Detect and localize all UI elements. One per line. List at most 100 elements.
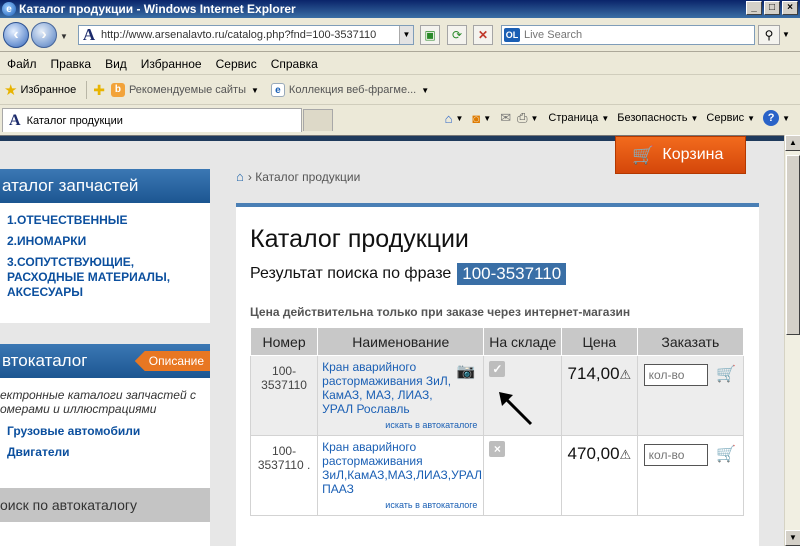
- sidebar-link-trucks[interactable]: Грузовые автомобили: [0, 424, 210, 439]
- description-badge[interactable]: Описание: [134, 351, 210, 371]
- price-value: 714,00: [567, 364, 620, 383]
- add-favorite-icon[interactable]: ✚: [93, 82, 105, 99]
- tab-row: A Каталог продукции ⌂ ▼ ◙ ▼ ✉ ⎙ ▼ Страница …: [0, 106, 800, 134]
- part-name-cell: Кран аварийного растормаживания ЗиЛ, Кам…: [317, 355, 485, 436]
- page-viewport: 🛒 Корзина аталог запчастей 1.ОТЕЧЕСТВЕНН…: [0, 135, 784, 546]
- cart-icon: 🛒: [632, 144, 655, 165]
- address-input[interactable]: A http://www.arsenalavto.ru/catalog.php?…: [78, 25, 414, 45]
- vertical-scrollbar[interactable]: ▲ ▼: [784, 135, 800, 546]
- live-search-box[interactable]: OL: [501, 25, 755, 45]
- page-title: Каталог продукции: [250, 225, 469, 253]
- home-icon[interactable]: ⌂: [236, 169, 244, 184]
- menu-tools[interactable]: Сервис: [209, 57, 264, 71]
- minimize-button[interactable]: _: [746, 1, 762, 15]
- help-icon[interactable]: ?: [763, 110, 780, 126]
- add-to-cart-icon[interactable]: 🛒: [715, 365, 737, 385]
- favorites-button[interactable]: Избранное: [20, 84, 76, 96]
- camera-icon[interactable]: 📷: [457, 362, 476, 380]
- feeds-icon[interactable]: ◙: [472, 111, 480, 126]
- price-cell: 470,00⚠: [561, 435, 638, 516]
- part-name-link[interactable]: Кран аварийного растормаживания ЗиЛ,КамА…: [322, 440, 482, 496]
- web-slice-label: Коллекция веб-фрагме...: [288, 84, 417, 96]
- scroll-thumb[interactable]: [786, 155, 800, 335]
- add-to-cart-icon[interactable]: 🛒: [715, 445, 737, 465]
- catalog-sidebar-header: аталог запчастей: [0, 169, 210, 203]
- menu-edit[interactable]: Правка: [44, 57, 99, 71]
- address-toolbar: ‹ › ▼ A http://www.arsenalavto.ru/catalo…: [0, 18, 800, 52]
- new-tab-button[interactable]: [303, 109, 333, 131]
- back-button[interactable]: ‹: [3, 22, 29, 48]
- sidebar-link-supplies[interactable]: 3.СОПУТСТВУЮЩИЕ, РАСХОДНЫЕ МАТЕРИАЛЫ, АК…: [0, 255, 180, 300]
- compatibility-icon[interactable]: ▣: [420, 25, 440, 45]
- sidebar-link-domestic[interactable]: 1.ОТЕЧЕСТВЕННЫЕ: [0, 213, 210, 228]
- price-cell: 714,00⚠: [561, 355, 638, 436]
- search-autocatalog-link[interactable]: искать в автокаталоге: [385, 420, 477, 430]
- scroll-up-icon[interactable]: ▲: [785, 135, 800, 151]
- history-dropdown-icon[interactable]: ▼: [60, 32, 68, 41]
- chevron-down-icon[interactable]: ▼: [531, 114, 539, 123]
- sidebar-link-engines[interactable]: Двигатели: [0, 445, 210, 460]
- search-autocatalog-link[interactable]: искать в автокаталоге: [385, 500, 477, 510]
- home-icon[interactable]: ⌂: [445, 111, 453, 126]
- stock-cell: ×: [483, 435, 563, 516]
- tab-catalog[interactable]: A Каталог продукции: [2, 108, 302, 132]
- tools-menu[interactable]: Сервис ▼: [706, 112, 755, 124]
- out-of-stock-x-icon: ×: [489, 441, 506, 457]
- favorites-star-icon[interactable]: ★: [4, 81, 17, 99]
- print-icon[interactable]: ⎙: [517, 110, 527, 126]
- autocatalog-sidebar-box: ектронные каталоги запчастей с омерами и…: [0, 378, 210, 488]
- mail-icon[interactable]: ✉: [500, 110, 511, 126]
- menu-bar: Файл Правка Вид Избранное Сервис Справка: [0, 53, 800, 75]
- search-go-icon[interactable]: ⚲: [758, 25, 780, 45]
- part-name-link[interactable]: Кран аварийного растормаживания ЗиЛ, Кам…: [322, 360, 462, 416]
- menu-view[interactable]: Вид: [98, 57, 134, 71]
- forward-button[interactable]: ›: [31, 22, 57, 48]
- scroll-down-icon[interactable]: ▼: [785, 530, 800, 546]
- breadcrumb-current: Каталог продукции: [255, 169, 361, 184]
- part-number: 100-3537110: [249, 355, 319, 436]
- column-header-name: Наименование: [317, 327, 485, 356]
- chevron-down-icon[interactable]: ▼: [455, 114, 463, 123]
- price-notice: Цена действительна только при заказе чер…: [250, 305, 631, 319]
- url-text[interactable]: http://www.arsenalavto.ru/catalog.php?fn…: [101, 29, 399, 41]
- tab-title: Каталог продукции: [26, 114, 123, 127]
- menu-file[interactable]: Файл: [0, 57, 44, 71]
- autocatalog-description: ектронные каталоги запчастей с омерами и…: [0, 388, 196, 416]
- web-slice-gallery-item[interactable]: e Коллекция веб-фрагме... ▼: [270, 83, 430, 97]
- chevron-down-icon[interactable]: ▼: [483, 114, 491, 123]
- refresh-icon[interactable]: ⟳: [447, 25, 467, 45]
- order-cell: 🛒: [636, 355, 745, 436]
- cart-button[interactable]: 🛒 Корзина: [615, 136, 746, 174]
- catalog-sidebar-box: 1.ОТЕЧЕСТВЕННЫЕ 2.ИНОМАРКИ 3.СОПУТСТВУЮЩ…: [0, 203, 210, 323]
- web-slice-icon: e: [270, 83, 285, 97]
- live-search-input[interactable]: [524, 29, 744, 41]
- warning-icon: ⚠: [619, 447, 632, 462]
- menu-help[interactable]: Справка: [264, 57, 325, 71]
- quantity-input[interactable]: [643, 444, 708, 466]
- part-number: 100-3537110 .: [249, 435, 319, 516]
- close-button[interactable]: ×: [782, 1, 798, 15]
- search-result-line: Результат поиска по фразе 100-3537110: [250, 263, 567, 285]
- sidebar-link-foreign[interactable]: 2.ИНОМАРКИ: [0, 234, 210, 249]
- cart-label: Корзина: [662, 146, 724, 163]
- address-dropdown-icon[interactable]: ▼: [399, 26, 413, 44]
- menu-favorites[interactable]: Избранное: [134, 57, 209, 71]
- security-menu[interactable]: Безопасность ▼: [617, 112, 698, 124]
- stop-icon[interactable]: ✕: [473, 25, 493, 45]
- maximize-button[interactable]: □: [764, 1, 780, 15]
- favorites-divider: [86, 81, 88, 99]
- quantity-input[interactable]: [643, 364, 708, 386]
- breadcrumb: ⌂ › Каталог продукции: [236, 169, 360, 184]
- search-result-prefix: Результат поиска по фразе: [250, 265, 452, 282]
- search-options-dropdown-icon[interactable]: ▼: [782, 30, 790, 39]
- suggested-sites-item[interactable]: b Рекомендуемые сайты ▼: [110, 83, 259, 97]
- table-header-row: Номер Наименование На складе Цена Заказа…: [249, 327, 745, 356]
- chevron-down-icon: ▼: [421, 85, 430, 95]
- tools-menu-label: Сервис: [706, 112, 745, 124]
- security-menu-label: Безопасность: [617, 112, 688, 124]
- site-favicon-icon: A: [82, 25, 96, 44]
- order-cell: 🛒: [636, 435, 745, 516]
- page-menu[interactable]: Страница ▼: [548, 112, 609, 124]
- chevron-down-icon[interactable]: ▼: [782, 114, 790, 123]
- column-header-order: Заказать: [636, 327, 745, 356]
